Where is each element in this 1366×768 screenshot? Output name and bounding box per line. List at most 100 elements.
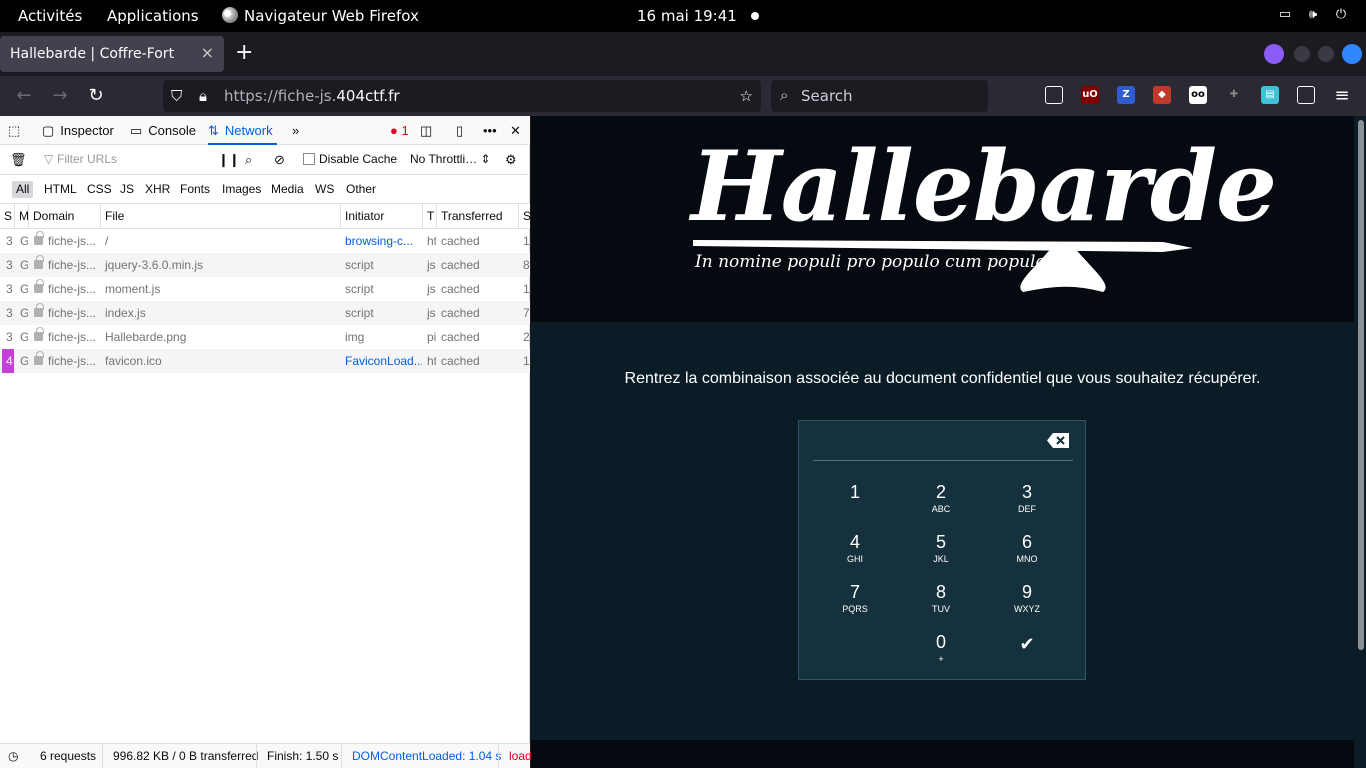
reload-icon[interactable]: ↻ bbox=[84, 84, 108, 108]
type-filter-js[interactable]: JS bbox=[116, 181, 138, 198]
key-2[interactable]: 2 ABC bbox=[911, 481, 971, 521]
cookie-icon[interactable]: oo bbox=[1189, 86, 1207, 104]
back-icon[interactable]: ← bbox=[12, 84, 36, 108]
table-row[interactable]: 3 G fiche-js... moment.js script js cach… bbox=[0, 277, 530, 301]
element-picker-icon[interactable]: ⬚ bbox=[8, 116, 20, 145]
column-initiator[interactable]: Initiator bbox=[340, 204, 422, 229]
column-transferred[interactable]: Transferred bbox=[436, 204, 518, 229]
key-number: 2 bbox=[935, 482, 946, 502]
type-filter-all[interactable]: All bbox=[12, 181, 34, 198]
bookmark-star-icon[interactable]: ☆ bbox=[740, 87, 753, 105]
maximize-button[interactable] bbox=[1318, 46, 1334, 62]
new-tab-button[interactable]: + bbox=[235, 42, 253, 64]
save-icon[interactable]: ▤ bbox=[1261, 86, 1279, 104]
key-4[interactable]: 4 GHI bbox=[825, 531, 885, 571]
row-initiator: script bbox=[345, 258, 374, 272]
column-status[interactable]: S bbox=[0, 204, 14, 229]
throttling-select[interactable]: No Throttli… ⇕ bbox=[410, 145, 491, 174]
submit-button[interactable]: ✔ bbox=[997, 633, 1057, 673]
minimize-button[interactable] bbox=[1294, 46, 1310, 62]
column-size[interactable]: S bbox=[518, 204, 530, 229]
row-status: 3 bbox=[6, 258, 13, 272]
type-filter-ws[interactable]: WS bbox=[311, 181, 338, 198]
type-filter-media[interactable]: Media bbox=[267, 181, 308, 198]
row-domain-text: fiche-js... bbox=[48, 354, 97, 368]
applications-menu[interactable]: Applications bbox=[107, 7, 199, 25]
key-7[interactable]: 7 PQRS bbox=[825, 581, 885, 621]
pause-icon[interactable]: ❙❙ bbox=[218, 145, 240, 174]
power-icon[interactable]: ⏻ bbox=[1333, 7, 1349, 23]
screenshot-icon[interactable]: ◫ bbox=[420, 116, 432, 145]
performance-icon[interactable]: ◷ bbox=[0, 744, 18, 768]
table-row[interactable]: 4 G fiche-js... favicon.ico FaviconLoad.… bbox=[0, 349, 530, 373]
url-text[interactable]: https://fiche-js.404ctf.fr bbox=[224, 87, 400, 105]
type-filter-html[interactable]: HTML bbox=[40, 181, 81, 198]
row-transferred: cached bbox=[441, 330, 480, 344]
backspace-icon[interactable] bbox=[1047, 433, 1069, 448]
key-5[interactable]: 5 JKL bbox=[911, 531, 971, 571]
checkmark-icon: ✔ bbox=[1019, 634, 1035, 654]
block-icon[interactable]: ⊘ bbox=[274, 145, 285, 174]
column-method[interactable]: M bbox=[14, 204, 28, 229]
clock[interactable]: 16 mai 19:41 bbox=[637, 7, 737, 25]
type-filter-css[interactable]: CSS bbox=[83, 181, 116, 198]
pocket-icon[interactable] bbox=[1045, 86, 1063, 104]
table-row[interactable]: 3 G fiche-js... / browsing-c... ht cache… bbox=[0, 229, 530, 253]
table-row[interactable]: 3 G fiche-js... index.js script js cache… bbox=[0, 301, 530, 325]
hamburger-menu-icon[interactable]: ≡ bbox=[1330, 84, 1354, 108]
more-options-icon[interactable]: ••• bbox=[483, 116, 497, 145]
row-size: 1 bbox=[523, 354, 530, 368]
extension-puzzle-icon[interactable]: ✚ bbox=[1225, 86, 1243, 104]
row-initiator[interactable]: browsing-c... bbox=[341, 229, 422, 253]
key-1[interactable]: 1 bbox=[825, 481, 885, 521]
app-menu[interactable]: Navigateur Web Firefox bbox=[222, 7, 419, 25]
type-filter-images[interactable]: Images bbox=[218, 181, 265, 198]
table-row[interactable]: 3 G fiche-js... Hallebarde.png img pi ca… bbox=[0, 325, 530, 349]
close-devtools-icon[interactable]: ✕ bbox=[510, 116, 521, 145]
row-size: 8 bbox=[523, 258, 530, 272]
wappalyzer-icon[interactable]: ◆ bbox=[1153, 86, 1171, 104]
search-requests-icon[interactable]: ⌕ bbox=[245, 145, 252, 174]
tab-console[interactable]: ▭ Console bbox=[130, 116, 196, 145]
key-3[interactable]: 3 DEF bbox=[997, 481, 1057, 521]
table-row[interactable]: 3 G fiche-js... jquery-3.6.0.min.js scri… bbox=[0, 253, 530, 277]
error-count[interactable]: ● 1 bbox=[390, 116, 409, 145]
key-8[interactable]: 8 TUV bbox=[911, 581, 971, 621]
column-domain[interactable]: Domain bbox=[28, 204, 100, 229]
row-domain-text: fiche-js... bbox=[48, 330, 97, 344]
forward-icon[interactable]: → bbox=[48, 84, 72, 108]
dock-icon[interactable]: ▯ bbox=[456, 116, 463, 145]
row-domain-text: fiche-js... bbox=[48, 306, 97, 320]
tracking-protection-icon[interactable]: ⛉ bbox=[171, 87, 182, 105]
key-9[interactable]: 9 WXYZ bbox=[997, 581, 1057, 621]
tab-hallebarde[interactable]: Hallebarde | Coffre-Fort × bbox=[0, 36, 224, 72]
row-initiator[interactable]: FaviconLoad... bbox=[341, 349, 422, 373]
tab-network[interactable]: ⇅ Network bbox=[208, 116, 277, 145]
key-6[interactable]: 6 MNO bbox=[997, 531, 1057, 571]
type-filter-other[interactable]: Other bbox=[342, 181, 380, 198]
qr-code-icon[interactable] bbox=[1297, 86, 1315, 104]
more-tabs-icon[interactable]: » bbox=[292, 116, 299, 145]
close-window-button[interactable] bbox=[1342, 44, 1362, 64]
network-settings-icon[interactable]: ⚙ bbox=[505, 145, 517, 174]
url-bar[interactable]: ⛉ 🔒︎ https://fiche-js.404ctf.fr ☆ bbox=[163, 80, 761, 112]
search-bar[interactable]: ⌕ Search bbox=[771, 80, 988, 112]
tab-inspector[interactable]: ▢ Inspector bbox=[42, 116, 114, 145]
lock-icon[interactable]: 🔒︎ bbox=[199, 87, 207, 105]
type-filter-xhr[interactable]: XHR bbox=[141, 181, 174, 198]
filter-urls-input[interactable]: Filter URLs bbox=[57, 145, 117, 174]
volume-icon[interactable]: 🕪 bbox=[1305, 7, 1321, 23]
type-filter-fonts[interactable]: Fonts bbox=[176, 181, 214, 198]
zotero-icon[interactable]: Z bbox=[1117, 86, 1135, 104]
page-scrollbar[interactable] bbox=[1358, 120, 1364, 650]
column-file[interactable]: File bbox=[100, 204, 340, 229]
close-tab-icon[interactable]: × bbox=[201, 43, 214, 62]
column-type[interactable]: T bbox=[422, 204, 436, 229]
clear-requests-icon[interactable]: 🗑︎ bbox=[10, 145, 27, 174]
key-0[interactable]: 0 + bbox=[911, 631, 971, 671]
disable-cache-checkbox[interactable]: Disable Cache bbox=[303, 145, 397, 174]
activities-button[interactable]: Activités bbox=[18, 7, 82, 25]
request-count: 6 requests bbox=[40, 749, 97, 763]
ublock-icon[interactable]: uO bbox=[1081, 86, 1099, 104]
screen-icon[interactable]: ▭ bbox=[1277, 7, 1293, 23]
